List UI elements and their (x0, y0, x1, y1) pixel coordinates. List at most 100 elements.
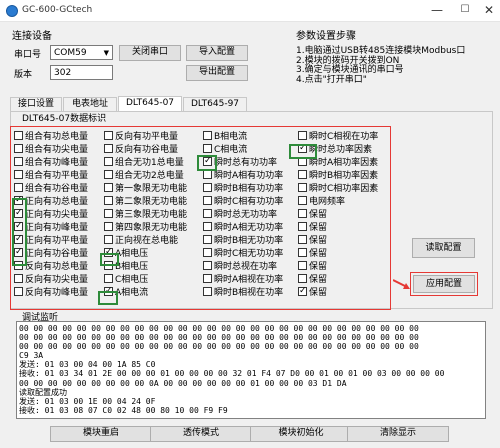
checkbox[interactable] (203, 183, 212, 192)
export-config-button[interactable]: 导出配置 (186, 65, 248, 81)
checkbox[interactable] (104, 196, 113, 205)
checkbox-item[interactable]: 瞬时A相有功功率 (203, 170, 283, 182)
checkbox-item[interactable]: 反向有功峰电量 (14, 287, 88, 299)
checkbox-item[interactable]: 瞬时B相视在功率 (203, 287, 283, 299)
minimize-icon[interactable]: — (430, 4, 444, 18)
checkbox-item[interactable]: B相电流 (203, 131, 247, 143)
checkbox[interactable] (298, 170, 307, 179)
checkbox-item[interactable]: 瞬时A相视在功率 (203, 274, 283, 286)
maximize-icon[interactable]: ☐ (458, 4, 472, 18)
checkbox[interactable] (203, 144, 212, 153)
checkbox[interactable] (298, 248, 307, 257)
transparent-mode-button[interactable]: 透传模式 (150, 426, 252, 442)
checkbox-item[interactable]: 保留 (298, 261, 327, 273)
checkbox[interactable] (298, 131, 307, 140)
import-config-button[interactable]: 导入配置 (186, 45, 248, 61)
checkbox-item[interactable]: 瞬时总无功功率 (203, 209, 277, 221)
checkbox-item[interactable]: 保留 (298, 285, 327, 299)
tab-dlt645-07[interactable]: DLT645-07 (118, 96, 182, 111)
checkbox[interactable] (298, 222, 307, 231)
apply-config-button[interactable]: 应用配置 (413, 275, 475, 293)
checkbox[interactable] (203, 248, 212, 257)
tab-interface[interactable]: 接口设置 (10, 97, 62, 111)
checkbox[interactable] (298, 196, 307, 205)
checkbox[interactable] (104, 144, 113, 153)
checkbox[interactable] (298, 183, 307, 192)
checkbox[interactable] (104, 131, 113, 140)
checkbox-item[interactable]: 第四象限无功电能 (104, 222, 187, 234)
checkbox[interactable] (203, 287, 212, 296)
checkbox[interactable] (104, 274, 113, 283)
checkbox-item[interactable]: 瞬时C相视在功率 (298, 131, 378, 143)
checkbox-item[interactable]: 瞬时C相功率因素 (298, 183, 378, 195)
checkbox-item[interactable]: 组合无功2总电量 (104, 170, 184, 182)
checkbox-item[interactable]: 第二象限无功电能 (104, 196, 187, 208)
checkbox-item[interactable]: 组合有功峰电量 (14, 157, 88, 169)
checkbox-item[interactable]: 第一象限无功电能 (104, 183, 187, 195)
checkbox-item[interactable]: 保留 (298, 209, 327, 221)
monitor-log[interactable]: 00 00 00 00 00 00 00 00 00 00 00 00 00 0… (16, 321, 486, 419)
checkbox[interactable] (203, 170, 212, 179)
checkbox-item[interactable]: 组合无功1总电量 (104, 157, 184, 169)
checkbox[interactable] (104, 235, 113, 244)
tab-dlt645-97[interactable]: DLT645-97 (183, 97, 247, 111)
close-port-button[interactable]: 关闭串口 (119, 45, 181, 61)
checkbox-item[interactable]: 瞬时B相无功功率 (203, 235, 283, 247)
checkbox-item[interactable]: 电网频率 (298, 196, 345, 208)
tab-meter-address[interactable]: 电表地址 (63, 97, 117, 111)
checkbox[interactable] (14, 183, 23, 192)
checkbox[interactable] (203, 274, 212, 283)
close-icon[interactable]: ✕ (482, 3, 496, 17)
checkbox-item[interactable]: 保留 (298, 248, 327, 260)
checkbox-item[interactable]: 瞬时总视在功率 (203, 261, 277, 273)
checkbox-item[interactable]: 保留 (298, 235, 327, 247)
checkbox[interactable] (203, 235, 212, 244)
checkbox-label: 保留 (309, 210, 328, 220)
checkbox[interactable] (104, 170, 113, 179)
checkbox-item[interactable]: 反向有功平电量 (104, 131, 178, 143)
checkbox-item[interactable]: 反向有功尖电量 (14, 274, 88, 286)
version-field[interactable]: 302 (50, 65, 113, 80)
checkbox[interactable] (14, 287, 23, 296)
checkbox-item[interactable]: 组合有功尖电量 (14, 144, 88, 156)
checkbox[interactable] (104, 183, 113, 192)
checkbox[interactable] (298, 209, 307, 218)
port-select[interactable]: COM59 ▼ (50, 45, 113, 60)
checkbox[interactable] (14, 144, 23, 153)
checkbox[interactable] (203, 261, 212, 270)
checkbox[interactable] (203, 196, 212, 205)
checkbox[interactable] (298, 285, 307, 297)
checkbox-item[interactable]: 组合有功平电量 (14, 170, 88, 182)
checkbox-item[interactable]: 第三象限无功电能 (104, 209, 187, 221)
checkbox[interactable] (298, 274, 307, 283)
read-config-button[interactable]: 读取配置 (412, 238, 475, 258)
clear-display-button[interactable]: 清除显示 (347, 426, 449, 442)
checkbox[interactable] (203, 131, 212, 140)
checkbox-item[interactable]: 保留 (298, 222, 327, 234)
checkbox-item[interactable]: 正向视在总电能 (104, 235, 178, 247)
checkbox[interactable] (14, 157, 23, 166)
checkbox[interactable] (104, 222, 113, 231)
checkbox[interactable] (104, 157, 113, 166)
checkbox-item[interactable]: 瞬时C相有功功率 (203, 196, 283, 208)
checkbox-item[interactable]: 组合有功谷电量 (14, 183, 88, 195)
checkbox-item[interactable]: 反向有功谷电量 (104, 144, 178, 156)
checkbox[interactable] (298, 235, 307, 244)
checkbox-label: 反向有功平电量 (115, 132, 179, 142)
restart-button[interactable]: 模块重启 (50, 426, 152, 442)
checkbox[interactable] (298, 261, 307, 270)
checkbox[interactable] (203, 209, 212, 218)
checkbox-item[interactable]: 瞬时C相无功功率 (203, 248, 283, 260)
checkbox[interactable] (104, 209, 113, 218)
checkbox-item[interactable]: 瞬时A相无功功率 (203, 222, 283, 234)
checkbox[interactable] (14, 274, 23, 283)
init-button[interactable]: 模块初始化 (250, 426, 352, 442)
checkbox-item[interactable]: 组合有功总电量 (14, 131, 88, 143)
checkbox-item[interactable]: 瞬时B相有功功率 (203, 183, 283, 195)
checkbox-item[interactable]: 瞬时B相功率因素 (298, 170, 378, 182)
checkbox[interactable] (14, 170, 23, 179)
checkbox[interactable] (14, 131, 23, 140)
green-highlight-a-voltage (100, 253, 119, 266)
checkbox-label: 瞬时A相视在功率 (214, 275, 284, 285)
checkbox[interactable] (203, 222, 212, 231)
